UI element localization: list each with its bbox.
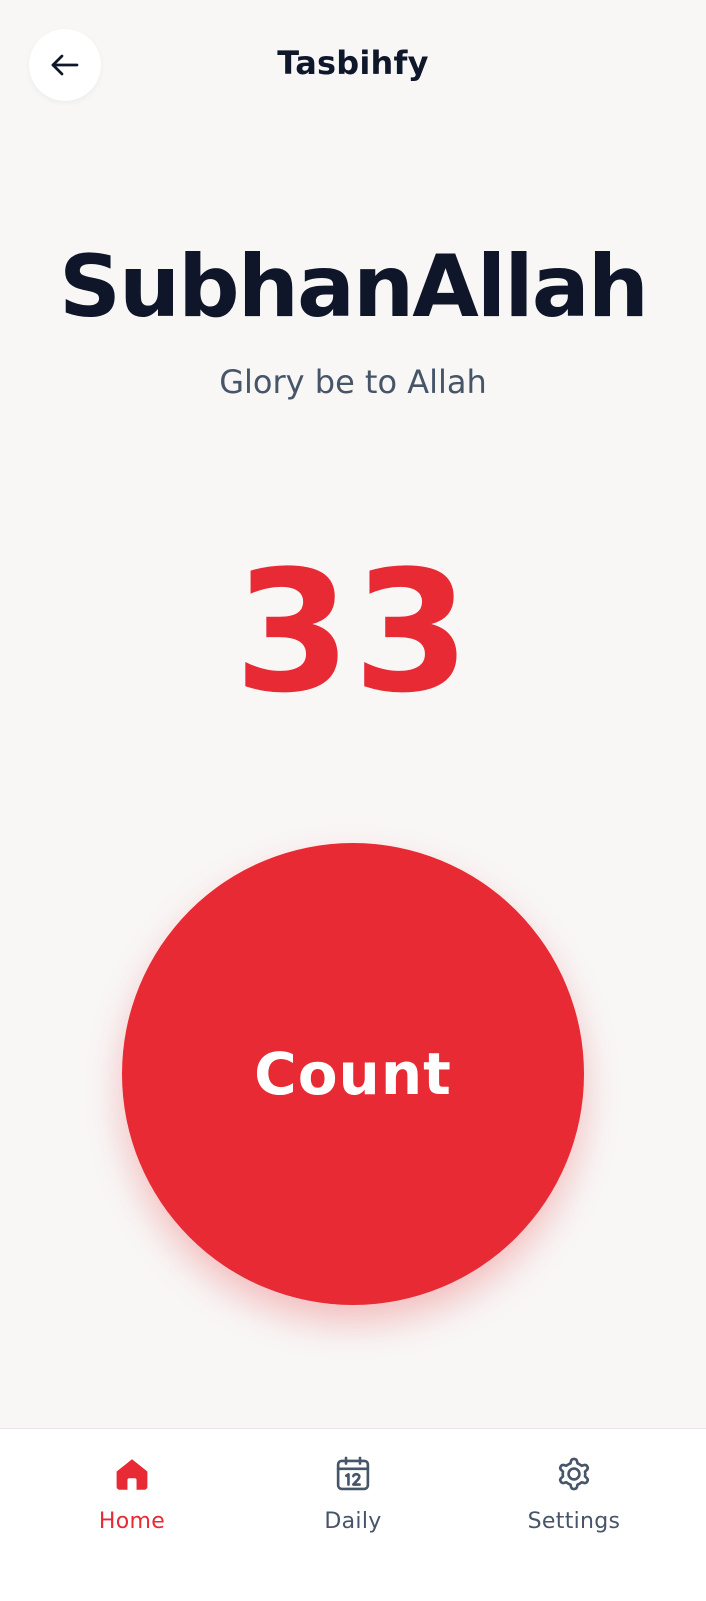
counter-value: 33 bbox=[234, 534, 472, 730]
calendar-icon bbox=[332, 1453, 374, 1495]
dhikr-title: SubhanAllah bbox=[59, 237, 649, 337]
dhikr-translation: Glory be to Allah bbox=[219, 363, 487, 401]
bottom-nav: Home Daily Settings bbox=[0, 1428, 706, 1601]
nav-label-home: Home bbox=[98, 1509, 166, 1534]
app-title: Tasbihfy bbox=[277, 44, 429, 82]
gear-icon bbox=[553, 1453, 595, 1495]
count-button-label: Count bbox=[254, 1040, 452, 1108]
nav-item-daily[interactable]: Daily bbox=[273, 1453, 433, 1563]
nav-label-daily: Daily bbox=[324, 1509, 382, 1534]
nav-item-settings[interactable]: Settings bbox=[494, 1453, 654, 1563]
count-button[interactable]: Count bbox=[122, 843, 584, 1305]
nav-item-home[interactable]: Home bbox=[52, 1453, 212, 1563]
home-icon bbox=[111, 1453, 153, 1495]
app-header: Tasbihfy bbox=[0, 0, 706, 130]
nav-label-settings: Settings bbox=[527, 1509, 621, 1534]
